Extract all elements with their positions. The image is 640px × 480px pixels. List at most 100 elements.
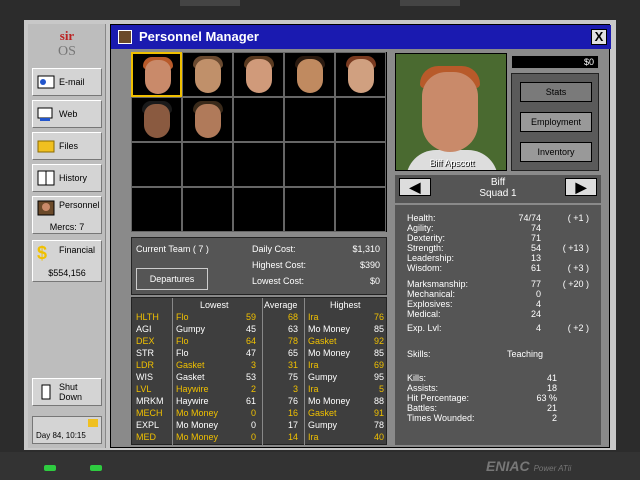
merc-portrait-slot[interactable] [131, 52, 182, 97]
stat-label: Times Wounded: [407, 413, 475, 423]
inventory-button[interactable]: Inventory [520, 142, 592, 162]
window-title: Personnel Manager [139, 29, 259, 44]
stat-row: EXPL Mo Money 0 17 Gumpy 78 [132, 420, 388, 432]
merc-portrait-slot[interactable] [131, 97, 182, 142]
stats-button[interactable]: Stats [520, 82, 592, 102]
daily-cost-value: $1,310 [352, 244, 380, 254]
merc-portrait-slot[interactable] [335, 52, 386, 97]
empty-slot[interactable] [284, 142, 335, 187]
empty-slot[interactable] [335, 142, 386, 187]
stat-cell-low_name: Mo Money [176, 432, 219, 442]
email-button[interactable]: E-mail [32, 68, 102, 96]
stat-label: Marksmanship: [407, 279, 469, 289]
merc-name: Biff [490, 177, 506, 188]
title-bar: Personnel Manager X [111, 25, 611, 49]
shutdown-button[interactable]: Shut Down [32, 378, 102, 406]
stat-cell-low_name: Gasket [176, 360, 205, 370]
merc-stats-pane: Health: 74/74 ( +1 ) Agility: 74 Dexterity: 71… [395, 205, 601, 445]
record-value: 21 [546, 403, 557, 413]
personnel-manager-window: Personnel Manager X Current Team ( 7 ) D… [110, 24, 611, 448]
skills-value: Teaching [507, 349, 544, 359]
stat-row: MED Mo Money 0 14 Ira 40 [132, 432, 388, 444]
employment-button[interactable]: Employment [520, 112, 592, 132]
stat-row: MECH Mo Money 0 16 Gasket 91 [132, 408, 388, 420]
merc-portrait-slot[interactable] [233, 52, 284, 97]
merc-portrait-slot[interactable] [284, 52, 335, 97]
stat-label: Agility: [407, 223, 434, 233]
next-merc-arrow-icon[interactable]: ▶ [565, 178, 597, 196]
stat-cell-stat: STR [136, 348, 154, 358]
stat-value: 13 [530, 253, 541, 263]
stat-cell-low: 3 [250, 360, 256, 370]
files-icon [37, 138, 55, 154]
folder-icon [88, 419, 98, 427]
stat-value: 4 [535, 299, 541, 309]
brand-logo: ENIAC Power ATii [486, 458, 571, 474]
stat-cell-stat: HLTH [136, 312, 159, 322]
merc-portrait-slot[interactable] [182, 52, 233, 97]
dollar-icon: $ [37, 243, 48, 263]
lowest-cost-value: $0 [369, 276, 380, 286]
email-label: E-mail [59, 77, 85, 87]
empty-slot[interactable] [131, 187, 182, 232]
history-button[interactable]: History [32, 164, 102, 192]
stat-cell-high: 92 [373, 336, 384, 346]
stat-cell-high: 69 [373, 360, 384, 370]
stat-label: Health: [407, 213, 436, 223]
power-switch-icon [37, 384, 55, 400]
stat-row: AGI Gumpy 45 63 Mo Money 85 [132, 324, 388, 336]
empty-slot[interactable] [284, 97, 335, 142]
record-value: 18 [546, 383, 557, 393]
merc-portrait-slot[interactable] [182, 97, 233, 142]
stat-cell-low: 59 [245, 312, 256, 322]
web-button[interactable]: Web [32, 100, 102, 128]
stat-row: WIS Gasket 53 75 Gumpy 95 [132, 372, 388, 384]
stat-cell-high_name: Gasket [308, 336, 337, 346]
record-value: 41 [546, 373, 557, 383]
portrait-face [195, 59, 221, 93]
day-clock: Day 84, 10:15 [32, 416, 102, 444]
stat-label: Dexterity: [407, 233, 446, 243]
empty-slot[interactable] [233, 187, 284, 232]
history-book-icon [37, 170, 55, 186]
financial-label: Financial [59, 245, 96, 255]
stat-cell-high_name: Ira [308, 312, 319, 322]
stat-bonus: ( +1 ) [567, 213, 589, 223]
empty-slot[interactable] [182, 187, 233, 232]
files-button[interactable]: Files [32, 132, 102, 160]
stat-value: 54 [530, 243, 541, 253]
portrait-face [195, 104, 221, 138]
empty-slot[interactable] [182, 142, 233, 187]
stat-row: STR Flo 47 65 Mo Money 85 [132, 348, 388, 360]
team-panel: Current Team ( 7 ) Daily Cost: $1,310 Hi… [131, 237, 387, 295]
portrait-face [297, 59, 323, 93]
empty-slot[interactable] [131, 142, 182, 187]
header-average: Average [264, 300, 298, 310]
stat-cell-high: 95 [373, 372, 384, 382]
merc-portrait: Biff Apscott [395, 53, 507, 171]
empty-slot[interactable] [233, 97, 284, 142]
stat-row: HLTH Flo 59 68 Ira 76 [132, 312, 388, 324]
stat-bonus: ( +13 ) [562, 243, 589, 253]
close-button[interactable]: X [591, 29, 607, 45]
stat-cell-high: 88 [373, 396, 384, 406]
stat-cell-avg: 63 [287, 324, 298, 334]
stat-cell-stat: WIS [136, 372, 153, 382]
stat-cell-high: 85 [373, 348, 384, 358]
stat-cell-low_name: Haywire [176, 384, 209, 394]
stat-cell-high: 5 [378, 384, 384, 394]
prev-merc-arrow-icon[interactable]: ◀ [399, 178, 431, 196]
portrait-face [348, 59, 374, 93]
empty-slot[interactable] [284, 187, 335, 232]
monitor-notch [180, 0, 240, 6]
stat-cell-stat: MECH [136, 408, 163, 418]
empty-slot[interactable] [335, 97, 386, 142]
empty-slot[interactable] [233, 142, 284, 187]
stat-cell-stat: AGI [136, 324, 152, 334]
empty-slot[interactable] [335, 187, 386, 232]
web-icon [37, 106, 55, 122]
stat-cell-low_name: Mo Money [176, 408, 219, 418]
departures-button[interactable]: Departures [136, 268, 208, 290]
stat-cell-high: 40 [373, 432, 384, 442]
stat-value: 77 [530, 279, 541, 289]
